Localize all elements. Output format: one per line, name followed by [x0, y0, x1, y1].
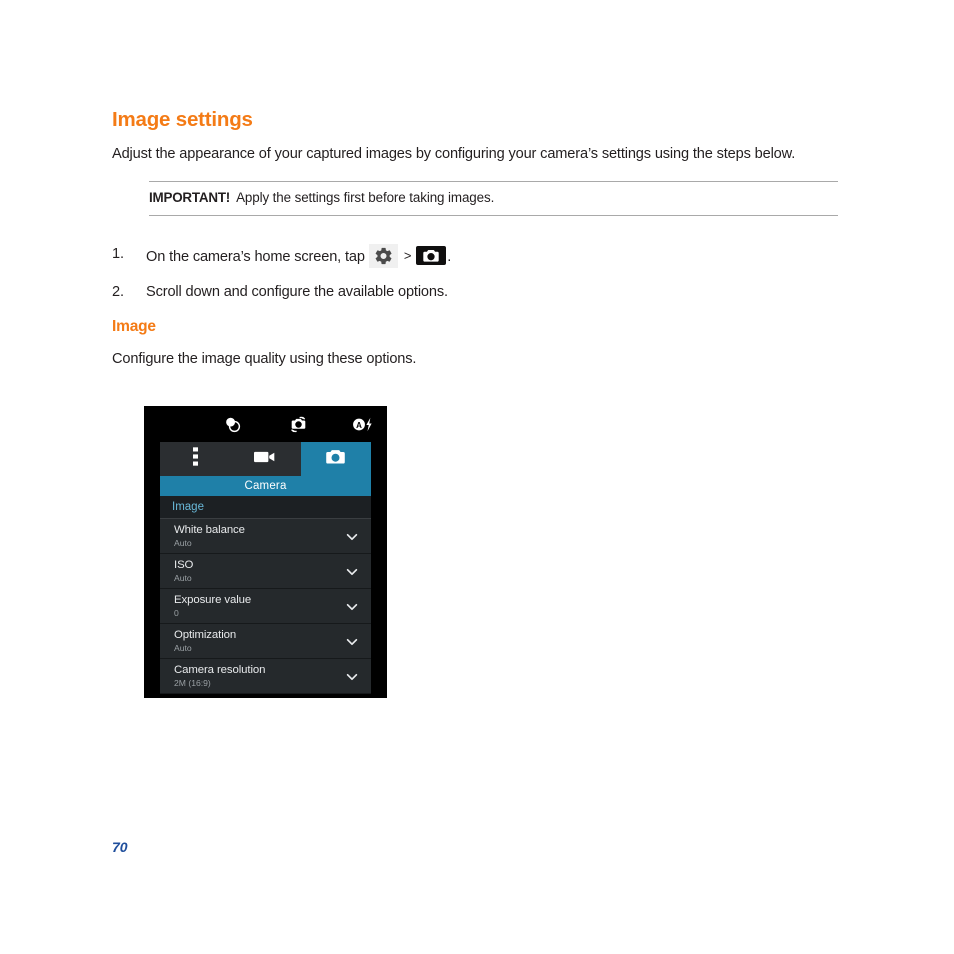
- camera-mode-tabs: [160, 442, 371, 476]
- step-1-body: On the camera’s home screen, tap >.: [146, 244, 451, 268]
- setting-value: Auto: [174, 573, 192, 583]
- chevron-down-icon[interactable]: [345, 530, 359, 544]
- step-2: 2. Scroll down and configure the availab…: [112, 282, 448, 302]
- step-2-number: 2.: [112, 284, 124, 300]
- manual-page: Image settings Adjust the appearance of …: [0, 0, 954, 954]
- section-subtext: Configure the image quality using these …: [112, 351, 417, 367]
- settings-list: White balance Auto ISO Auto Exposure val…: [160, 519, 371, 694]
- chevron-down-icon[interactable]: [345, 635, 359, 649]
- kebab-menu-icon: [192, 447, 198, 471]
- gear-icon: [368, 244, 398, 268]
- settings-title-bar: Camera: [160, 476, 371, 496]
- important-body: Apply the settings first before taking i…: [236, 190, 495, 205]
- camera-icon: [416, 246, 447, 265]
- camera-settings-screenshot: A Camera Image White balance Auto ISO Au…: [144, 406, 387, 698]
- settings-row-exposure-value[interactable]: Exposure value 0: [160, 589, 371, 624]
- important-note: IMPORTANT! Apply the settings first befor…: [149, 181, 838, 216]
- step-1: 1. On the camera’s home screen, tap >.: [112, 244, 451, 268]
- step-1-number: 1.: [112, 246, 124, 262]
- page-title: Image settings: [112, 108, 253, 131]
- settings-section-header: Image: [160, 496, 371, 519]
- step-1-text-after: .: [447, 249, 452, 265]
- important-note-text: IMPORTANT! Apply the settings first befor…: [149, 189, 838, 207]
- chevron-down-icon[interactable]: [345, 670, 359, 684]
- settings-row-white-balance[interactable]: White balance Auto: [160, 519, 371, 554]
- svg-text:A: A: [356, 420, 362, 429]
- intro-paragraph: Adjust the appearance of your captured i…: [112, 146, 796, 162]
- setting-title: Camera resolution: [174, 664, 266, 676]
- setting-value: Auto: [174, 538, 192, 548]
- photo-mode-tab[interactable]: [300, 442, 371, 476]
- step-1-text: On the camera’s home screen, tap: [146, 249, 365, 265]
- setting-title: ISO: [174, 559, 194, 571]
- settings-row-optimization[interactable]: Optimization Auto: [160, 624, 371, 659]
- setting-value: 2M (16:9): [174, 678, 211, 688]
- switch-camera-icon[interactable]: [278, 406, 318, 442]
- important-label: IMPORTANT!: [149, 190, 231, 205]
- video-mode-tab[interactable]: [230, 442, 300, 476]
- setting-value: Auto: [174, 643, 192, 653]
- step-2-text: Scroll down and configure the available …: [146, 284, 448, 300]
- camera-top-bar: A: [144, 406, 387, 442]
- photo-camera-icon: [325, 449, 346, 470]
- page-number: 70: [112, 839, 128, 855]
- step-1-separator: >: [403, 248, 412, 263]
- beautification-face-icon[interactable]: [212, 406, 252, 442]
- settings-row-iso[interactable]: ISO Auto: [160, 554, 371, 589]
- section-heading-image: Image: [112, 318, 156, 335]
- video-camera-icon: [254, 450, 276, 469]
- setting-value: 0: [174, 608, 179, 618]
- setting-title: White balance: [174, 524, 245, 536]
- auto-flash-icon[interactable]: A: [343, 406, 383, 442]
- setting-title: Optimization: [174, 629, 237, 641]
- settings-row-camera-resolution[interactable]: Camera resolution 2M (16:9): [160, 659, 371, 694]
- chevron-down-icon[interactable]: [345, 600, 359, 614]
- setting-title: Exposure value: [174, 594, 252, 606]
- more-options-tab[interactable]: [160, 442, 230, 476]
- chevron-down-icon[interactable]: [345, 565, 359, 579]
